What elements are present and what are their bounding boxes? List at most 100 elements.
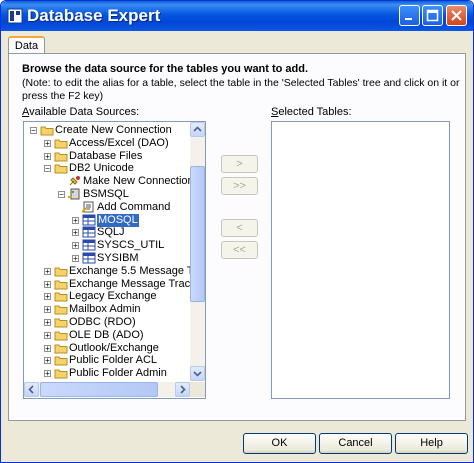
vertical-scroll-thumb[interactable] (190, 166, 205, 302)
app-icon (7, 8, 23, 24)
tree-item-label: Exchange 5.5 Message Trac (69, 264, 206, 277)
folder-icon (54, 356, 68, 366)
tree-horizontal-scrollbar[interactable] (24, 382, 190, 397)
close-button[interactable] (446, 5, 467, 26)
note-text: (Note: to edit the alias for a table, se… (22, 77, 460, 102)
tree-item-label: Make New Connection (83, 175, 194, 188)
expand-icon[interactable]: + (44, 280, 51, 288)
window-title: Database Expert (27, 6, 161, 25)
folder-icon (54, 164, 68, 174)
help-button[interactable]: Help (395, 433, 468, 454)
ok-button[interactable]: OK (243, 433, 316, 454)
tree-vertical-scrollbar[interactable] (190, 122, 205, 381)
expand-icon[interactable]: + (44, 152, 51, 160)
tree-item-label: Create New Connection (55, 124, 172, 136)
folder-icon (54, 267, 68, 277)
tree-item-label: SQLJ (97, 226, 125, 239)
tree-item[interactable]: + Outlook/Exchange (24, 342, 194, 355)
tree-item[interactable]: + Database Files (24, 150, 194, 163)
tree-item[interactable]: + Mailbox Admin (24, 303, 194, 316)
tree-item[interactable]: + MOSQL (24, 213, 194, 227)
expand-icon[interactable]: + (72, 255, 79, 263)
tree-item[interactable]: + Public Folder Admin (24, 367, 194, 380)
tree-item[interactable]: + OLE DB (ADO) (24, 329, 194, 342)
collapse-icon[interactable]: − (44, 165, 51, 173)
scroll-left-button[interactable] (24, 382, 39, 397)
db-icon (82, 214, 96, 226)
tree-item[interactable]: + Exchange 5.5 Message Trac (24, 265, 205, 278)
tree-item-label: ODBC (RDO) (69, 316, 136, 328)
tree-item[interactable]: − Create New Connection (24, 124, 194, 137)
expand-icon[interactable]: + (44, 139, 51, 147)
tree-item[interactable]: + SQLJ (24, 226, 194, 239)
available-sources-label-rest: vailable Data Sources: (29, 106, 140, 118)
tree-item[interactable]: + ODBC (RDO) (24, 316, 194, 329)
folder-icon (54, 344, 68, 354)
add-table-button[interactable]: > (221, 155, 258, 173)
expand-icon[interactable]: + (44, 306, 51, 314)
expand-icon[interactable]: + (44, 331, 51, 339)
expand-icon[interactable]: + (44, 267, 51, 275)
tree-item[interactable]: + SYSIBM (24, 252, 194, 265)
expand-icon[interactable]: + (72, 216, 79, 224)
connect-icon (69, 176, 80, 186)
expand-icon[interactable]: + (44, 370, 51, 378)
folder-icon (54, 369, 68, 379)
db-icon (82, 252, 96, 264)
tree-item-label: SYSIBM (97, 252, 139, 264)
cancel-button[interactable]: Cancel (319, 433, 392, 454)
tree-item[interactable]: − DB2 Unicode (24, 162, 194, 175)
arrow-left-icon (28, 385, 34, 394)
folder-icon (54, 331, 68, 341)
folder-icon (54, 318, 68, 328)
tree-item-label: Database Files (69, 149, 143, 162)
tree-item[interactable]: + Public Folder ACL (24, 354, 194, 367)
available-sources-tree[interactable]: − Create New Connection + Access/Excel (DAO… (23, 121, 206, 399)
folder-icon (54, 139, 68, 149)
tree-item-label: Exchange Message Tracking (69, 277, 206, 290)
selected-tables-list[interactable] (271, 121, 450, 399)
scroll-right-button[interactable] (175, 382, 190, 397)
arrow-right-icon (180, 385, 186, 394)
add-all-tables-button[interactable]: >> (221, 177, 258, 195)
tree-item[interactable]: + Legacy Exchange (24, 290, 194, 303)
scroll-down-button[interactable] (190, 366, 205, 381)
collapse-icon[interactable]: − (58, 191, 65, 199)
remove-all-tables-button[interactable]: << (221, 241, 258, 259)
tree-item[interactable]: − BSMSQL (24, 188, 194, 201)
expand-icon[interactable]: + (44, 319, 51, 327)
expand-icon[interactable]: + (44, 293, 51, 301)
tree-item-label: Public Folder ACL (69, 354, 158, 367)
tree-item[interactable]: Make New Connection (24, 175, 194, 188)
remove-table-button[interactable]: < (221, 219, 258, 237)
tree-item-label: SYSCS_UTIL (97, 239, 165, 252)
scroll-up-button[interactable] (190, 122, 205, 137)
folder-icon (54, 280, 68, 290)
tree-item-label: Outlook/Exchange (69, 341, 159, 354)
maximize-icon (426, 9, 439, 22)
tree-item-label: Add Command (97, 200, 171, 213)
scrollbar-corner (190, 382, 205, 397)
maximize-button[interactable] (422, 5, 443, 26)
selected-tables-label-rest: elected Tables: (278, 106, 352, 118)
expand-icon[interactable]: + (44, 357, 51, 365)
expand-icon[interactable]: + (44, 344, 51, 352)
horizontal-scroll-thumb[interactable] (40, 382, 158, 397)
tree-item[interactable]: + Exchange Message Tracking (24, 278, 205, 291)
tab-data[interactable]: Data (8, 36, 45, 53)
tree-item-label: MOSQL (97, 213, 139, 227)
title-bar[interactable]: Database Expert (1, 1, 473, 31)
expand-icon[interactable]: + (72, 242, 79, 250)
minimize-button[interactable] (399, 5, 420, 26)
tree-item[interactable]: Add Command (24, 201, 194, 214)
expand-icon[interactable]: + (72, 229, 79, 237)
db-icon (82, 226, 96, 238)
tree-item-label: DB2 Unicode (69, 162, 134, 175)
tree-item[interactable]: + SYSCS_UTIL (24, 239, 194, 252)
tree-item-label: BSMSQL (83, 188, 129, 200)
close-icon (451, 10, 462, 21)
collapse-icon[interactable]: − (30, 127, 37, 135)
tree-item[interactable]: + Access/Excel (DAO) (24, 137, 194, 150)
folder-icon (54, 152, 68, 162)
tree-item-label: Public Folder Admin (69, 367, 167, 380)
